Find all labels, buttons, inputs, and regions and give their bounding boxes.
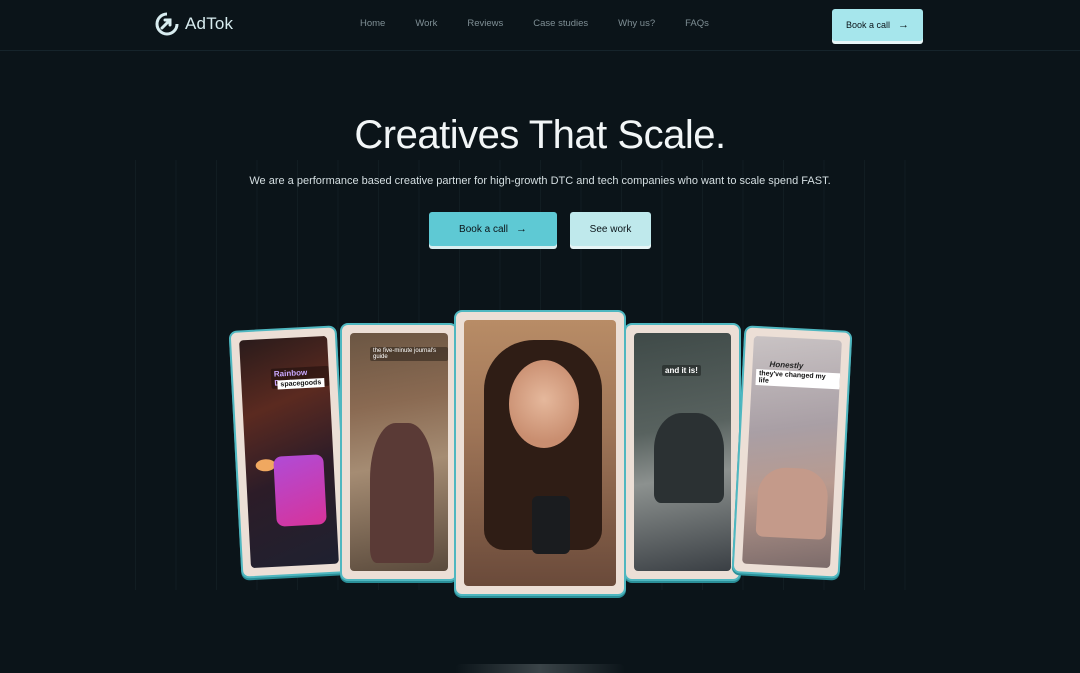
- video-card[interactable]: Rainbow Dust spacegoods: [228, 325, 350, 579]
- video-card[interactable]: Honestly they've changed my life: [731, 325, 853, 579]
- nav-link-faqs[interactable]: FAQs: [685, 18, 709, 29]
- nav-link-home[interactable]: Home: [360, 18, 385, 29]
- video-card[interactable]: the five-minute journal's guide: [340, 323, 458, 581]
- nav-links: Home Work Reviews Case studies Why us? F…: [360, 18, 739, 29]
- nav-link-work[interactable]: Work: [415, 18, 437, 29]
- person-shape: [755, 466, 830, 540]
- hero-title: Creatives That Scale.: [354, 113, 726, 157]
- top-nav: AdTok Home Work Reviews Case studies Why…: [0, 0, 1080, 51]
- see-work-label: See work: [589, 223, 632, 235]
- nav-book-call-button[interactable]: Book a call →: [832, 9, 923, 41]
- video-thumbnail: the five-minute journal's guide: [350, 333, 448, 571]
- video-thumbnail: Honestly they've changed my life: [742, 335, 842, 569]
- face-shape: [509, 360, 579, 448]
- video-thumbnail: [464, 320, 616, 586]
- adtok-logo-icon: [155, 12, 179, 36]
- brand-logo[interactable]: AdTok: [155, 12, 233, 36]
- next-section-heading-peek: [455, 664, 625, 673]
- person-shape: [370, 423, 434, 563]
- card-overlay-text: the five-minute journal's guide: [370, 347, 448, 361]
- nav-link-why-us[interactable]: Why us?: [618, 18, 655, 29]
- see-work-button[interactable]: See work: [570, 212, 651, 246]
- card-overlay-text: and it is!: [662, 365, 701, 376]
- arrow-right-icon: →: [515, 222, 527, 235]
- person-shape: [654, 413, 724, 503]
- video-thumbnail: Rainbow Dust spacegoods: [239, 335, 339, 569]
- product-bag: [273, 454, 327, 527]
- hero-book-call-button[interactable]: Book a call →: [429, 212, 557, 246]
- hero-book-call-label: Book a call: [459, 223, 508, 235]
- card-overlay-tag: they've changed my life: [755, 369, 841, 390]
- product-jar: [532, 496, 570, 554]
- brand-name: AdTok: [185, 14, 234, 33]
- hero-subtitle: We are a performance based creative part…: [249, 175, 831, 187]
- arrow-right-icon: →: [898, 18, 910, 31]
- video-card-featured[interactable]: [454, 310, 626, 596]
- card-overlay-tag: spacegoods: [277, 378, 325, 390]
- video-card[interactable]: and it is!: [624, 323, 741, 581]
- nav-link-reviews[interactable]: Reviews: [467, 18, 503, 29]
- video-thumbnail: and it is!: [634, 333, 731, 571]
- nav-link-case-studies[interactable]: Case studies: [533, 18, 588, 29]
- nav-book-call-label: Book a call: [845, 20, 891, 30]
